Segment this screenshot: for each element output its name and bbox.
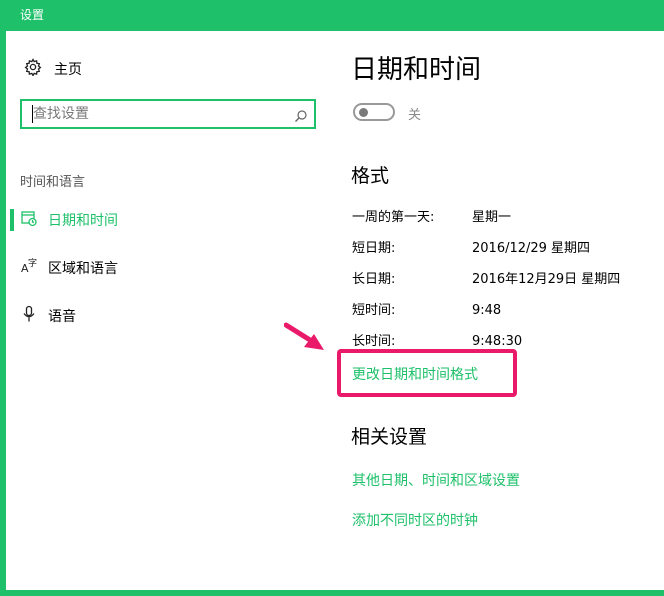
auto-time-toggle[interactable] [353,103,395,121]
sidebar-item-date-time[interactable]: 日期和时间 [20,208,118,232]
format-heading: 格式 [351,165,390,187]
active-indicator [10,209,14,231]
sidebar-item-label: 主页 [54,62,82,78]
related-settings-heading: 相关设置 [351,426,428,448]
format-row-short-date: 短日期: 2016/12/29 星期四 [352,240,590,258]
format-row-short-time: 短时间: 9:48 [352,302,501,320]
language-icon: A 字 [20,257,38,279]
format-row-label: 长时间: [352,334,396,349]
calendar-clock-icon [20,209,38,231]
format-row-value: 2016/12/29 星期四 [472,241,591,256]
format-row-label: 短日期: [352,241,396,256]
sidebar-item-region-language[interactable]: A 字 区域和语言 [20,256,118,280]
format-row-first-day: 一周的第一天: 星期一 [352,209,511,227]
format-row-long-date: 长日期: 2016年12月29日 星期四 [352,271,620,289]
format-row-value: 9:48 [472,303,502,318]
sidebar-item-home[interactable]: 主页 [24,58,82,80]
title-bar[interactable]: 设置 [0,0,664,31]
window-title: 设置 [20,8,45,22]
section-label: 时间和语言 [20,175,86,190]
settings-window: 设置 主页 时间和语言 [0,0,664,596]
page-title: 日期和时间 [351,55,482,85]
other-date-time-region-link[interactable]: 其他日期、时间和区域设置 [352,470,520,490]
format-row-value: 星期一 [472,210,512,225]
sidebar-item-label: 语音 [48,309,76,325]
format-row-label: 一周的第一天: [352,210,435,225]
annotation-highlight-box [337,349,517,397]
sidebar-item-label: 区域和语言 [48,261,118,277]
annotation-arrow-icon [283,322,328,358]
sidebar-item-speech[interactable]: 语音 [20,304,76,328]
search-icon[interactable] [294,108,308,127]
microphone-icon [20,305,38,327]
format-row-label: 短时间: [352,303,396,318]
format-row-value: 2016年12月29日 星期四 [472,272,621,287]
svg-text:字: 字 [28,257,37,269]
gear-icon [24,58,42,80]
search-box[interactable] [20,99,316,129]
format-row-label: 长日期: [352,272,396,287]
add-clocks-link[interactable]: 添加不同时区的时钟 [352,510,478,530]
toggle-state-label: 关 [408,108,422,123]
toggle-knob [359,108,368,117]
search-input[interactable] [32,105,283,123]
sidebar-item-label: 日期和时间 [48,213,118,229]
